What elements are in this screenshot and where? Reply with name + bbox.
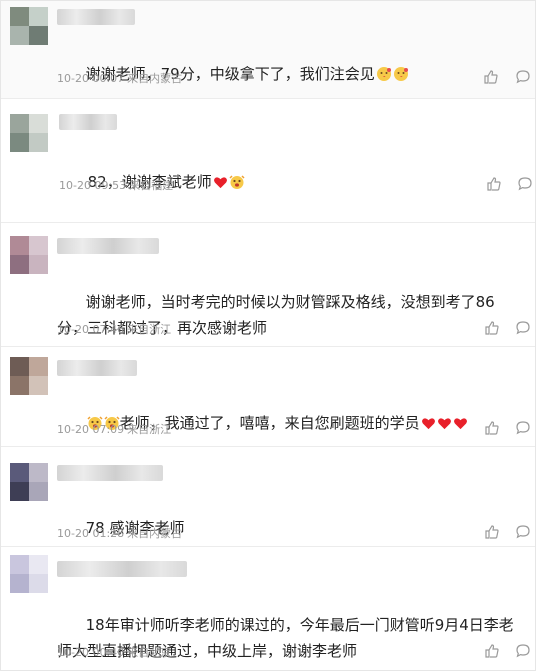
avatar[interactable] [10, 357, 48, 395]
like-icon[interactable] [484, 643, 500, 659]
username-blurred[interactable] [57, 238, 159, 254]
reply-icon[interactable] [515, 320, 531, 336]
red-heart-icon [437, 413, 452, 439]
reply-icon[interactable] [515, 524, 531, 540]
like-icon[interactable] [483, 69, 499, 85]
username-blurred[interactable] [59, 114, 117, 130]
red-heart-icon [421, 413, 436, 439]
reply-icon[interactable] [515, 643, 531, 659]
comment-item: 18年审计师听李老师的课过的，今年最后一门财管听9月4日李老师大型直播押题通过，… [1, 547, 535, 670]
comment-meta: 10-20 00:07 来自内蒙古 [57, 72, 183, 85]
like-icon[interactable] [484, 420, 500, 436]
kiss-face-icon [376, 64, 392, 90]
reply-icon[interactable] [517, 176, 533, 192]
comment-meta: 10-20 07:46 来自浙江 [57, 323, 172, 336]
avatar[interactable] [10, 555, 48, 593]
avatar[interactable] [10, 114, 48, 152]
comment-item: 老师，我通过了，嘻嘻，来自您刷题班的学员 10-20 07:09 来自浙江 [1, 347, 535, 447]
red-heart-icon [213, 172, 228, 198]
username-blurred[interactable] [57, 465, 163, 481]
comment-meta: 10-20 07:09 来自浙江 [57, 423, 172, 436]
comment-meta: 10-20 01:28 来自内蒙古 [57, 527, 183, 540]
comment-meta: 10-20 00:40 来自北京 [57, 646, 172, 659]
red-heart-icon [453, 413, 468, 439]
like-icon[interactable] [486, 176, 502, 192]
username-blurred[interactable] [57, 561, 187, 577]
username-blurred[interactable] [57, 9, 135, 25]
comment-meta: 10-20 09:53 来自福建 [59, 179, 174, 192]
cheering-face-icon [229, 172, 245, 198]
avatar[interactable] [10, 7, 48, 45]
avatar[interactable] [10, 236, 48, 274]
like-icon[interactable] [484, 524, 500, 540]
comment-item: 谢谢老师，当时考完的时候以为财管踩及格线，没想到考了86分，三科都过了，再次感谢… [1, 223, 535, 347]
kiss-face-icon [393, 64, 409, 90]
reply-icon[interactable] [515, 420, 531, 436]
comment-item: 谢谢老师，79分，中级拿下了，我们注会见 10-20 00:07 来自内蒙古 [1, 1, 535, 99]
avatar[interactable] [10, 463, 48, 501]
comment-item: 78 感谢李老师 10-20 01:28 来自内蒙古 [1, 447, 535, 547]
like-icon[interactable] [484, 320, 500, 336]
comment-list: 谢谢老师，79分，中级拿下了，我们注会见 10-20 00:07 来自内蒙古 82… [0, 0, 536, 671]
username-blurred[interactable] [57, 360, 137, 376]
reply-icon[interactable] [515, 69, 531, 85]
comment-item: 82，谢谢李斌老师 10-20 09:53 来自福建 [1, 99, 535, 223]
